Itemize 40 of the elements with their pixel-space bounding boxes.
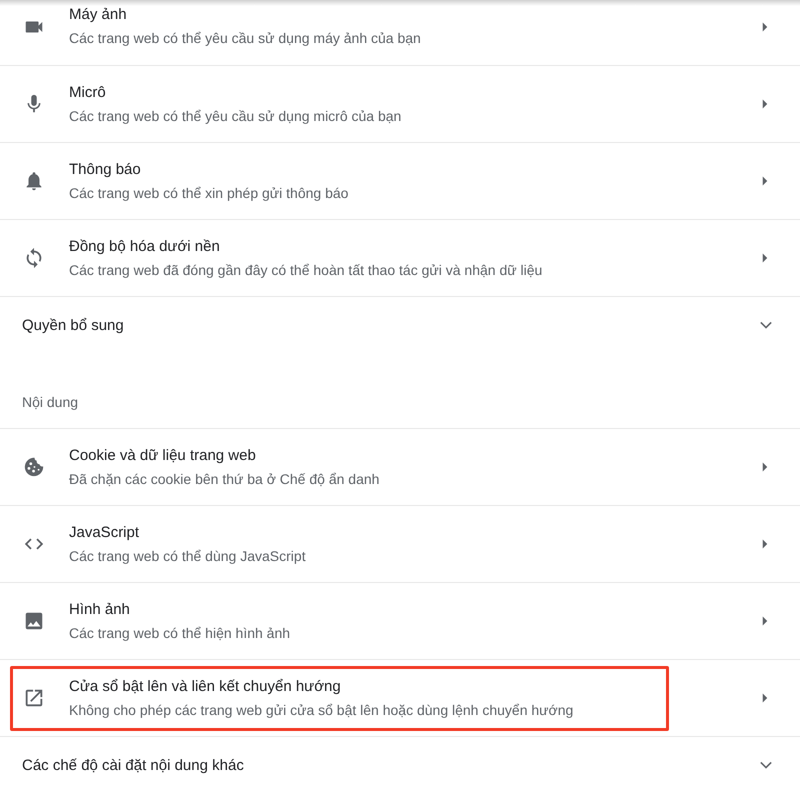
- arrow-right-icon: [762, 22, 768, 32]
- settings-row[interactable]: Cookie và dữ liệu trang web Đã chặn các cookie bên thứ ba ở Chế độ ẩn danh: [0, 428, 800, 505]
- cookie-icon: [23, 456, 45, 478]
- row-description: Đã chặn các cookie bên thứ ba ở Chế độ ẩn danh: [69, 470, 380, 488]
- row-title: Thông báo: [69, 160, 142, 178]
- arrow-right-icon: [762, 539, 768, 549]
- expand-row[interactable]: Các chế độ cài đặt nội dung khác: [0, 736, 800, 788]
- settings-row[interactable]: Hình ảnh Các trang web có thể hiện hình ảnh: [0, 582, 800, 659]
- row-title: Máy ảnh: [69, 5, 128, 24]
- settings-row[interactable]: Thông báo Các trang web có thể xin phép gửi thông báo: [0, 142, 800, 219]
- settings-row[interactable]: Máy ảnh Các trang web có thể yêu cầu sử dụng máy ảnh của bạn: [0, 0, 800, 65]
- arrow-right-icon: [762, 616, 768, 626]
- row-title: Cookie và dữ liệu trang web: [69, 446, 257, 464]
- row-description: Các trang web đã đóng gần đây có thể hoàn tất thao tác gửi và nhận dữ liệu: [69, 260, 544, 280]
- row-description: Không cho phép các trang web gửi cửa sổ bật lên hoặc dùng lệnh chuyển hướng: [69, 700, 574, 720]
- arrow-right-icon: [762, 462, 768, 472]
- settings-row[interactable]: Cửa sổ bật lên và liên kết chuyển hướng Không cho phép các trang web gửi cửa sổ bật lên hoặc dùng lệnh chuyển hướng: [0, 659, 800, 736]
- row-title: Hình ảnh: [69, 600, 131, 618]
- arrow-right-icon: [762, 253, 768, 263]
- chevron-down-icon: [760, 761, 772, 769]
- arrow-right-icon: [762, 176, 768, 186]
- open-in-new-icon: [23, 687, 45, 709]
- image-icon: [23, 610, 45, 632]
- row-description: Các trang web có thể xin phép gửi thông báo: [69, 184, 350, 202]
- arrow-right-icon: [762, 99, 768, 109]
- row-title: Cửa sổ bật lên và liên kết chuyển hướng: [69, 676, 342, 696]
- row-title: Micrô: [69, 82, 107, 102]
- expand-row[interactable]: Quyền bổ sung: [0, 296, 800, 353]
- row-description: Các trang web có thể yêu cầu sử dụng máy ảnh của bạn: [69, 29, 422, 48]
- row-description: Các trang web có thể yêu cầu sử dụng micrô của bạn: [69, 106, 402, 126]
- row-title: Đồng bộ hóa dưới nền: [69, 236, 221, 256]
- row-title: JavaScript: [69, 522, 140, 542]
- settings-row[interactable]: JavaScript Các trang web có thể dùng JavaScript: [0, 505, 800, 582]
- arrow-right-icon: [762, 693, 768, 703]
- settings-row[interactable]: Đồng bộ hóa dưới nền Các trang web đã đóng gần đây có thể hoàn tất thao tác gửi và nhận dữ liệu: [0, 219, 800, 296]
- row-description: Các trang web có thể hiện hình ảnh: [69, 624, 292, 642]
- settings-row[interactable]: Micrô Các trang web có thể yêu cầu sử dụng micrô của bạn: [0, 65, 800, 142]
- section-heading: Nội dung: [22, 394, 78, 410]
- row-description: Các trang web có thể dùng JavaScript: [69, 546, 307, 566]
- chevron-down-icon: [760, 321, 772, 329]
